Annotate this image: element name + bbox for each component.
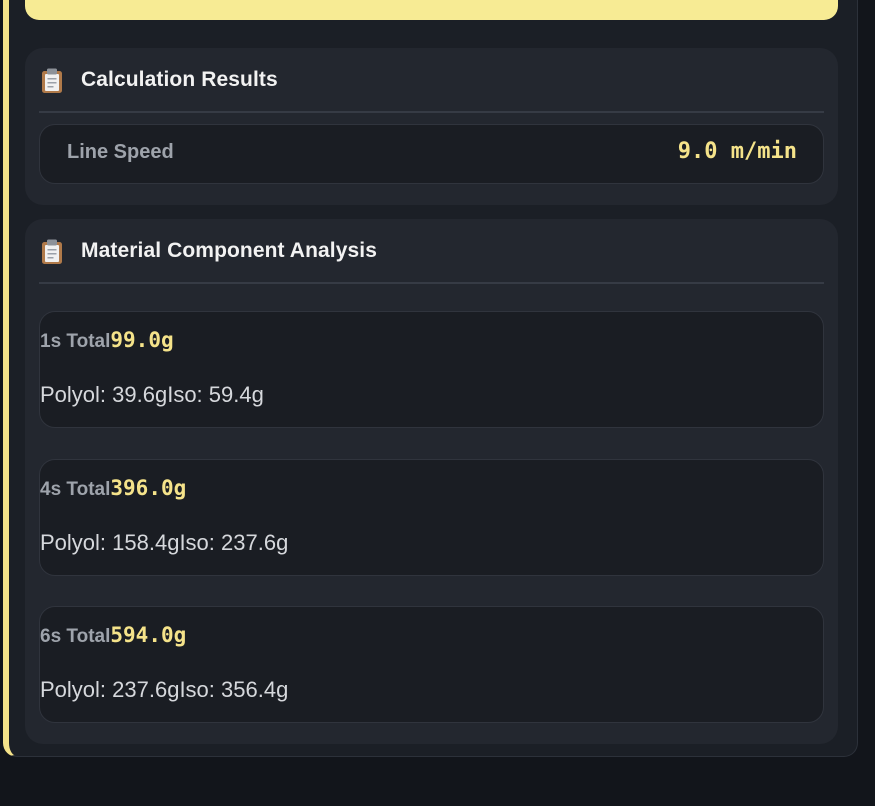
line-speed-label: Line Speed <box>67 141 174 163</box>
card-title: Material Component Analysis <box>81 238 377 262</box>
item-label: 4s Total <box>40 479 111 500</box>
polyol-amount: Polyol: 158.4g <box>40 530 180 555</box>
item-total: 396.0g <box>110 476 187 500</box>
item-header: 1s Total 99.0g <box>40 328 174 353</box>
item-label: 6s Total <box>40 626 111 647</box>
top-banner <box>25 0 838 20</box>
iso-amount: Iso: 59.4g <box>167 382 264 407</box>
polyol-amount: Polyol: 237.6g <box>40 677 180 702</box>
line-speed-row: Line Speed 9.0 m/min <box>39 124 824 184</box>
clipboard-icon <box>41 68 63 94</box>
item-detail: Polyol: 237.6gIso: 356.4g <box>40 677 288 703</box>
material-analysis-card: Material Component Analysis 1s Total 99.… <box>25 219 838 744</box>
material-item-4s: 4s Total 396.0g Polyol: 158.4gIso: 237.6… <box>39 459 824 576</box>
polyol-amount: Polyol: 39.6g <box>40 382 168 407</box>
card-title: Calculation Results <box>81 67 278 91</box>
item-detail: Polyol: 39.6gIso: 59.4g <box>40 382 264 408</box>
iso-amount: Iso: 237.6g <box>179 530 289 555</box>
item-header: 4s Total 396.0g <box>40 476 186 501</box>
material-item-1s: 1s Total 99.0g Polyol: 39.6gIso: 59.4g <box>39 311 824 428</box>
iso-amount: Iso: 356.4g <box>179 677 289 702</box>
line-speed-value: 9.0 m/min <box>677 139 797 164</box>
item-total: 594.0g <box>110 623 187 647</box>
material-analysis-header: Material Component Analysis <box>39 219 824 284</box>
item-total: 99.0g <box>110 328 174 352</box>
item-label: 1s Total <box>40 331 111 352</box>
item-detail: Polyol: 158.4gIso: 237.6g <box>40 530 288 556</box>
calculation-results-card: Calculation Results Line Speed 9.0 m/min <box>25 48 838 205</box>
item-header: 6s Total 594.0g <box>40 623 186 648</box>
clipboard-icon <box>41 239 63 265</box>
material-item-6s: 6s Total 594.0g Polyol: 237.6gIso: 356.4… <box>39 606 824 723</box>
calculation-results-header: Calculation Results <box>39 48 824 113</box>
